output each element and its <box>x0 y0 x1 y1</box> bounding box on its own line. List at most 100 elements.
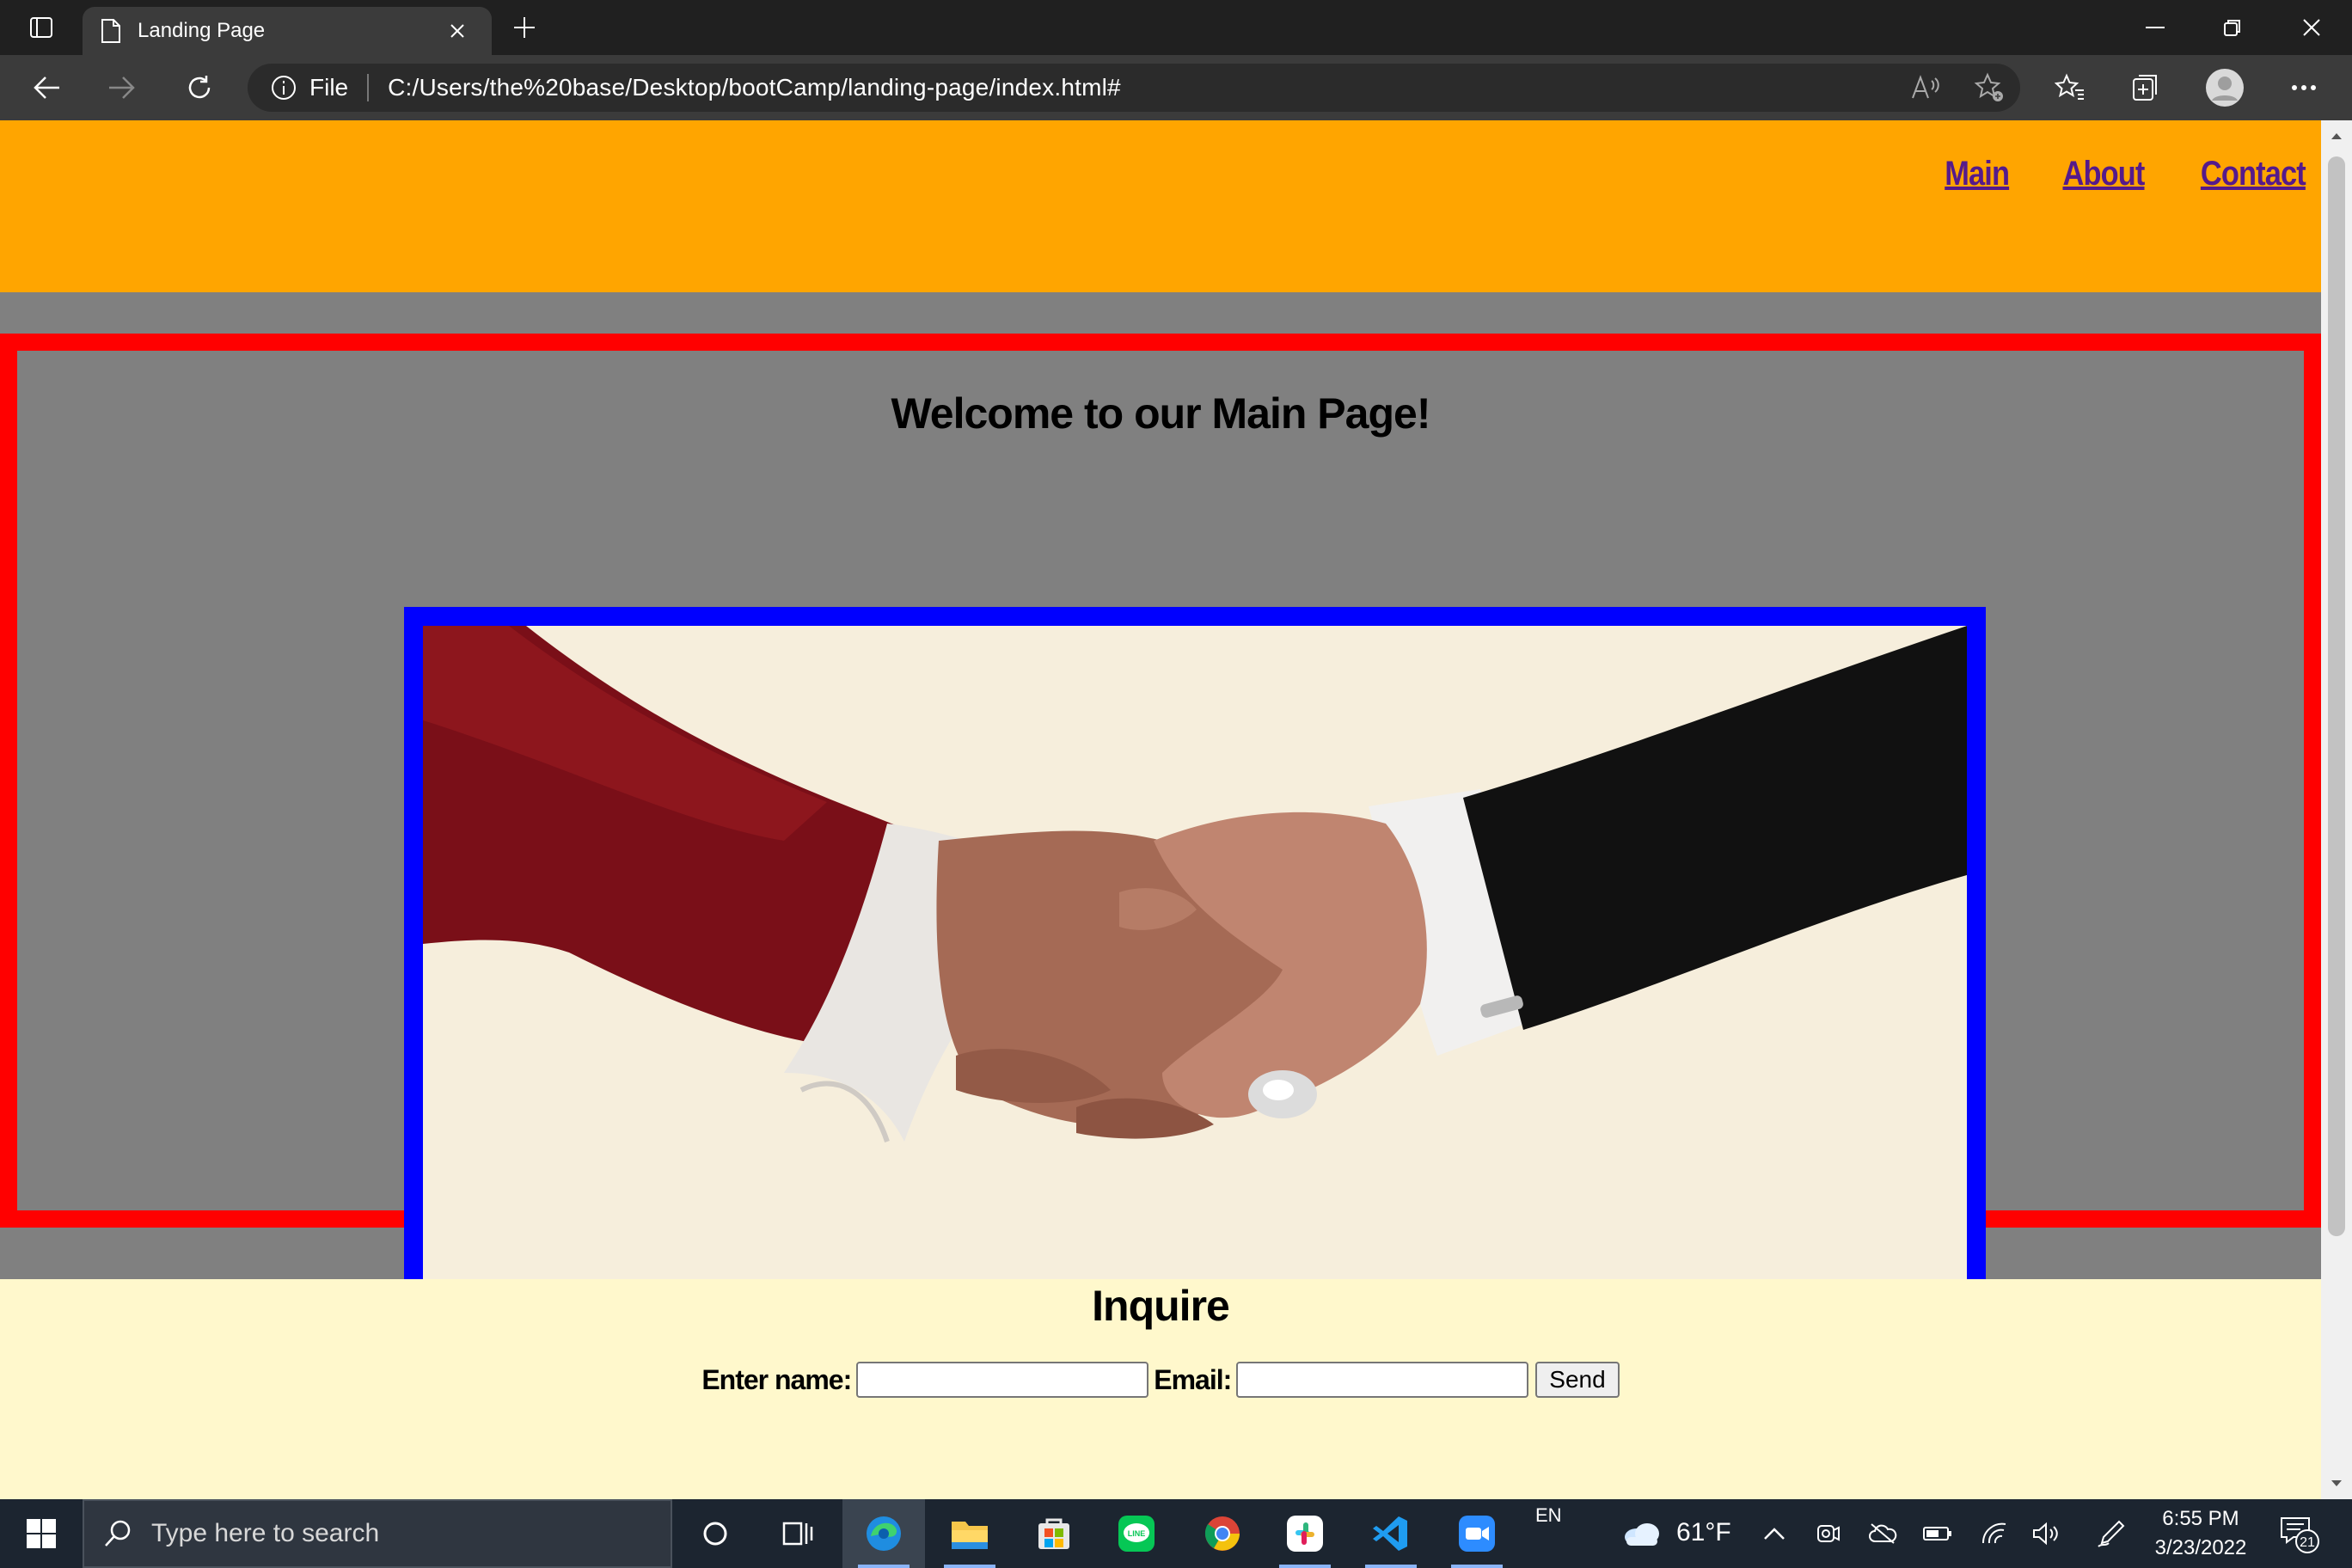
notification-center-button[interactable]: 21 <box>2278 1515 2321 1554</box>
address-separator <box>367 74 370 101</box>
name-input[interactable] <box>856 1362 1149 1398</box>
read-aloud-icon <box>1912 75 1939 99</box>
close-icon <box>2303 19 2320 36</box>
file-explorer-button[interactable] <box>928 1499 1011 1568</box>
running-indicator <box>1365 1565 1417 1568</box>
browser-titlebar: Landing Page <box>0 0 2352 55</box>
back-button[interactable] <box>22 65 70 110</box>
restore-icon <box>2224 20 2240 36</box>
info-icon[interactable] <box>270 74 297 101</box>
tab-close-button[interactable] <box>440 14 475 48</box>
taskbar-clock[interactable]: 6:55 PM 3/23/2022 <box>2132 1504 2269 1563</box>
add-favorite-button[interactable] <box>1965 65 2013 110</box>
scroll-thumb[interactable] <box>2328 156 2345 1236</box>
notification-count: 21 <box>2300 1535 2315 1550</box>
caret-down-icon <box>2331 1480 2342 1486</box>
active-indicator <box>858 1565 910 1568</box>
plus-icon <box>514 17 535 38</box>
line-icon: LINE <box>1118 1516 1155 1552</box>
meet-now-button[interactable] <box>1802 1499 1853 1568</box>
page-viewport: Main About Contact Welcome to our Main P… <box>0 120 2321 1499</box>
cloud-icon <box>1625 1523 1659 1546</box>
chrome-app-button[interactable] <box>1181 1499 1264 1568</box>
task-view-icon <box>782 1522 813 1546</box>
hero-image <box>404 607 1986 1329</box>
profile-button[interactable] <box>2201 65 2249 110</box>
clock-time: 6:55 PM <box>2162 1507 2239 1530</box>
minimize-icon <box>2146 27 2165 28</box>
refresh-button[interactable] <box>175 65 224 110</box>
address-bar[interactable]: File C:/Users/the%20base/Desktop/bootCam… <box>248 64 2020 112</box>
onedrive-button[interactable] <box>1857 1499 1908 1568</box>
volume-button[interactable] <box>2020 1499 2072 1568</box>
page-icon <box>101 19 120 43</box>
minimize-button[interactable] <box>2116 0 2194 55</box>
more-icon <box>2292 85 2316 90</box>
collections-icon <box>2133 75 2157 101</box>
send-button[interactable]: Send <box>1535 1362 1620 1398</box>
svg-text:LINE: LINE <box>1128 1529 1146 1538</box>
vscode-icon <box>1373 1516 1407 1551</box>
store-button[interactable] <box>1013 1499 1095 1568</box>
settings-more-button[interactable] <box>2280 65 2328 110</box>
arrow-right-icon <box>109 77 135 99</box>
vscode-app-button[interactable] <box>1350 1499 1432 1568</box>
windows-logo-icon <box>27 1519 56 1548</box>
store-icon <box>1038 1518 1069 1549</box>
show-hidden-icons-button[interactable] <box>1749 1499 1800 1568</box>
wifi-icon <box>1981 1522 2006 1544</box>
address-url[interactable]: C:/Users/the%20base/Desktop/bootCamp/lan… <box>388 74 1121 101</box>
favorites-button[interactable] <box>2046 65 2094 110</box>
onedrive-offline-icon <box>1869 1523 1897 1544</box>
restore-button[interactable] <box>2194 0 2271 55</box>
task-view-button[interactable] <box>756 1499 839 1568</box>
close-icon <box>450 24 464 38</box>
tab-actions-button[interactable] <box>21 10 62 45</box>
inquire-title: Inquire <box>1092 1282 1230 1330</box>
nav-link-contact[interactable]: Contact <box>2201 155 2306 193</box>
refresh-icon <box>188 76 211 99</box>
nav-link-about[interactable]: About <box>2062 155 2145 193</box>
browser-tab[interactable]: Landing Page <box>83 7 492 55</box>
edge-app-button[interactable] <box>842 1499 925 1568</box>
site-header: Main About Contact <box>0 120 2321 292</box>
language-indicator[interactable]: EN <box>1535 1504 1562 1527</box>
pen-workspace-button[interactable] <box>2086 1499 2137 1568</box>
zoom-app-button[interactable] <box>1436 1499 1518 1568</box>
running-indicator <box>944 1565 995 1568</box>
line-app-button[interactable]: LINE <box>1095 1499 1178 1568</box>
slack-app-button[interactable] <box>1264 1499 1346 1568</box>
running-indicator <box>1451 1565 1503 1568</box>
windows-taskbar: Type here to search LINE EN 61°F 6:55 PM… <box>0 1499 2352 1568</box>
read-aloud-button[interactable] <box>1902 65 1950 110</box>
slack-icon <box>1287 1516 1323 1552</box>
page-scrollbar[interactable] <box>2321 120 2352 1499</box>
close-window-button[interactable] <box>2273 0 2350 55</box>
chrome-icon <box>1204 1516 1240 1551</box>
nav-link-main[interactable]: Main <box>1945 155 2011 193</box>
collections-button[interactable] <box>2122 65 2170 110</box>
email-input[interactable] <box>1236 1362 1529 1398</box>
avatar-icon <box>2206 69 2244 107</box>
browser-toolbar: File C:/Users/the%20base/Desktop/bootCam… <box>0 55 2352 120</box>
start-button[interactable] <box>0 1499 83 1568</box>
zoom-icon <box>1459 1516 1495 1552</box>
clock-date: 3/23/2022 <box>2154 1536 2247 1559</box>
caret-up-icon <box>2331 133 2342 139</box>
battery-icon <box>1923 1527 1951 1540</box>
cortana-button[interactable] <box>674 1499 756 1568</box>
pen-icon <box>2098 1520 2125 1547</box>
battery-button[interactable] <box>1912 1499 1963 1568</box>
email-label: Email: <box>1154 1363 1232 1395</box>
inquire-form: Enter name: Email: Send <box>0 1362 2321 1398</box>
weather-temperature[interactable]: 61°F <box>1676 1518 1731 1547</box>
wifi-button[interactable] <box>1969 1499 2020 1568</box>
address-prefix: File <box>309 74 349 101</box>
weather-button[interactable] <box>1616 1499 1668 1568</box>
forward-button[interactable] <box>98 65 146 110</box>
taskbar-search[interactable]: Type here to search <box>83 1499 672 1568</box>
scroll-down-arrow[interactable] <box>2328 1475 2345 1492</box>
inquire-section: Inquire Enter name: Email: Send <box>0 1279 2321 1499</box>
scroll-up-arrow[interactable] <box>2328 127 2345 144</box>
new-tab-button[interactable] <box>505 10 543 45</box>
